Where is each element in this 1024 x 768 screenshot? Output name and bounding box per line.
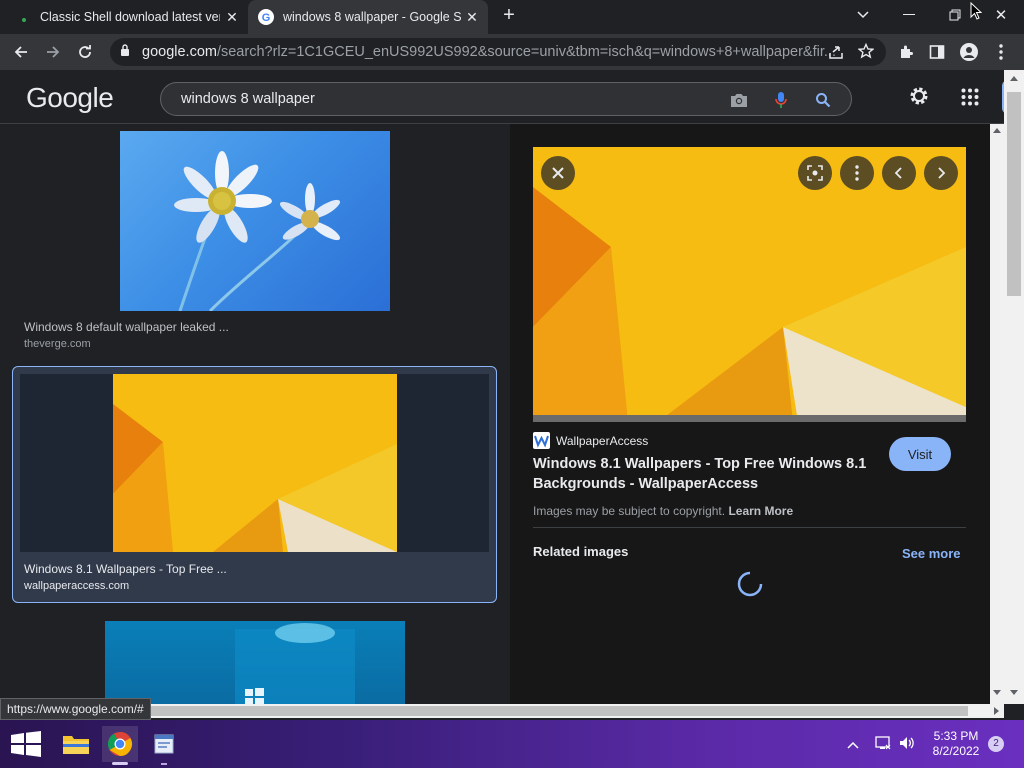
tab-search-chevron-icon[interactable] [850,4,876,26]
tab-title: Classic Shell download latest ver [40,10,220,24]
restore-icon[interactable] [942,4,968,26]
result-title[interactable]: Windows 8.1 Wallpapers - Top Free ... [24,562,227,576]
close-window-icon[interactable]: ✕ [988,4,1014,26]
back-icon[interactable] [6,37,36,67]
show-hidden-icons-icon[interactable] [846,737,860,755]
scroll-down-icon[interactable] [1010,690,1018,695]
image-preview-panel: WallpaperAccess Windows 8.1 Wallpapers -… [510,124,990,704]
result-thumbnail[interactable] [105,621,405,704]
tab-google-search[interactable]: G windows 8 wallpaper - Google Se ✕ [248,0,488,34]
learn-more-link[interactable]: Learn More [728,504,793,518]
preview-scrollbar[interactable] [990,124,1004,704]
more-options-icon[interactable] [840,156,874,190]
app-indicator-dot [161,763,167,765]
copyright-notice: Images may be subject to copyright. Lear… [533,504,793,518]
bookmark-star-icon[interactable] [857,42,875,63]
see-more-link[interactable]: See more [902,546,961,561]
notification-badge[interactable]: 2 [988,736,1004,752]
file-explorer-icon[interactable] [58,726,94,762]
result-source[interactable]: theverge.com [24,338,91,350]
app-window-icon[interactable] [146,726,182,762]
lens-search-icon[interactable] [798,156,832,190]
result-thumbnail[interactable] [113,374,397,552]
reload-icon[interactable] [70,37,100,67]
google-logo[interactable]: Google [26,82,114,114]
new-tab-icon[interactable]: + [496,4,522,26]
clock-date: 8/2/2022 [932,744,980,758]
scroll-right-icon[interactable] [994,707,999,715]
camera-icon[interactable] [729,90,749,110]
network-icon[interactable] [874,734,892,757]
windows-taskbar: 5:33 PM 8/2/2022 2 [0,720,1024,768]
preview-title-line2[interactable]: Backgrounds - WallpaperAccess [533,476,758,492]
chrome-icon[interactable] [102,726,138,762]
scroll-down-icon[interactable] [993,690,1001,695]
minimize-icon[interactable] [896,4,922,26]
windows-start-icon[interactable] [8,726,44,762]
volume-icon[interactable] [898,734,916,757]
daisy-image [174,151,341,311]
favicon-icon [16,9,32,25]
clock-time: 5:33 PM [933,729,979,743]
scroll-up-icon[interactable] [1010,76,1018,81]
windows-blue-image [235,623,355,704]
next-image-icon[interactable] [924,156,958,190]
visit-button[interactable]: Visit [889,437,951,471]
search-icon[interactable] [813,90,833,110]
google-favicon-icon: G [258,9,274,25]
address-bar[interactable]: google.com/search?rlz=1C1GCEU_enUS992US9… [110,38,886,66]
status-bar-url: https://www.google.com/# [0,698,151,720]
related-images-heading: Related images [533,544,629,559]
site-name[interactable]: WallpaperAccess [556,434,648,448]
extensions-icon[interactable] [891,37,921,67]
tab-close-icon[interactable]: ✕ [464,9,480,25]
image-results: Windows 8 default wallpaper leaked ... t… [0,124,510,704]
close-preview-icon[interactable] [541,156,575,190]
apps-grid-icon[interactable] [961,88,979,111]
result-title[interactable]: Windows 8 default wallpaper leaked ... [24,320,229,334]
mouse-cursor-icon [970,1,983,25]
system-clock[interactable]: 5:33 PM 8/2/2022 [924,729,988,759]
browser-toolbar: google.com/search?rlz=1C1GCEU_enUS992US9… [0,34,1024,70]
page-scrollbar[interactable] [1004,70,1024,704]
lock-icon [120,44,132,60]
search-input[interactable]: windows 8 wallpaper [181,91,315,107]
previous-image-icon[interactable] [882,156,916,190]
url-host: google.com [142,44,217,60]
divider [533,527,966,528]
preview-title-line1[interactable]: Windows 8.1 Wallpapers - Top Free Window… [533,456,866,472]
svg-text:G: G [262,12,271,24]
yellow-wallpaper-image [113,374,397,552]
more-menu-icon[interactable] [986,37,1016,67]
side-panel-icon[interactable] [922,37,952,67]
scroll-thumb[interactable] [1007,92,1021,296]
scroll-up-icon[interactable] [993,128,1001,133]
settings-gear-icon[interactable] [908,85,930,112]
tab-strip: Classic Shell download latest ver ✕ G wi… [0,0,1024,34]
search-box[interactable]: windows 8 wallpaper [160,82,852,116]
scroll-thumb[interactable] [148,706,968,716]
google-header: Google windows 8 wallpaper [0,70,1004,124]
forward-icon[interactable] [38,37,68,67]
tab-classic-shell[interactable]: Classic Shell download latest ver ✕ [16,0,248,34]
share-icon[interactable] [828,44,844,64]
site-favicon-icon [533,432,550,449]
profile-avatar-icon[interactable] [954,37,984,67]
copyright-text: Images may be subject to copyright. [533,504,726,518]
tab-close-icon[interactable]: ✕ [224,9,240,25]
result-source[interactable]: wallpaperaccess.com [24,580,129,592]
active-app-indicator [112,762,128,765]
result-thumbnail[interactable] [120,131,390,311]
tab-title: windows 8 wallpaper - Google Se [283,10,461,24]
url-path: /search?rlz=1C1GCEU_enUS992US992&source=… [216,44,836,60]
loading-spinner-icon [736,570,764,603]
microphone-icon[interactable] [771,90,791,110]
